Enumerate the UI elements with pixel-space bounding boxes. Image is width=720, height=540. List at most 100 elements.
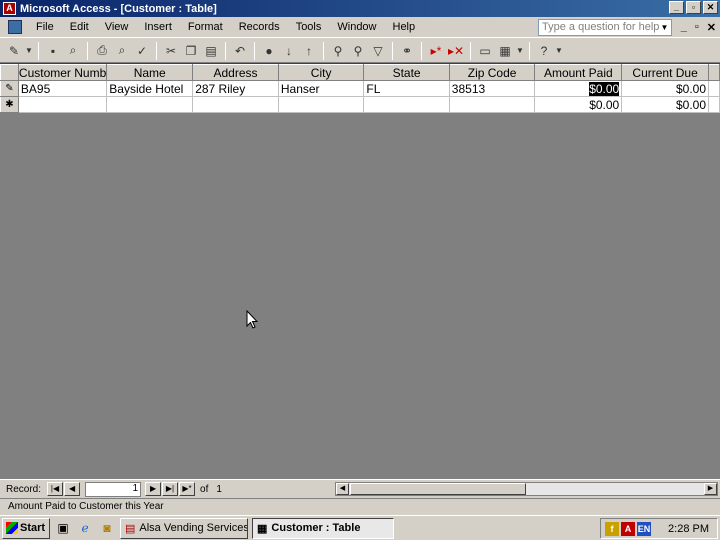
internet-explorer-icon[interactable]: ℯ xyxy=(76,519,94,537)
spelling-icon[interactable]: ✓ xyxy=(132,41,152,61)
cell-current-due[interactable]: $0.00 xyxy=(621,80,709,97)
window-controls: _ ▫ ✕ xyxy=(669,1,718,14)
column-header-name[interactable]: Name xyxy=(106,64,194,81)
selected-value: $0.00 xyxy=(589,81,620,96)
scroll-left-icon[interactable]: ◀ xyxy=(336,483,349,495)
menu-insert[interactable]: Insert xyxy=(136,21,180,33)
doc-close-button[interactable]: ✕ xyxy=(707,21,716,34)
previous-record-button[interactable]: ◀ xyxy=(64,482,81,496)
new-cell-filler xyxy=(708,96,720,113)
task-customer-table[interactable]: ▦ Customer : Table xyxy=(252,517,394,539)
close-button[interactable]: ✕ xyxy=(703,1,718,14)
filter-by-form-icon[interactable]: ⚲ xyxy=(348,41,368,61)
restore-button[interactable]: ▫ xyxy=(686,1,701,14)
new-cell-city[interactable] xyxy=(278,96,365,113)
new-cell-name[interactable] xyxy=(106,96,194,113)
filter-by-selection-icon[interactable]: ⚲ xyxy=(328,41,348,61)
new-object-icon[interactable]: ▦ xyxy=(495,41,515,61)
new-record-button[interactable]: ▶* xyxy=(179,482,196,496)
new-object-dropdown-icon[interactable]: ▼ xyxy=(515,41,525,61)
new-cell-current-due[interactable]: $0.00 xyxy=(621,96,709,113)
datasheet-table: Customer Numb Name Address City State Zi… xyxy=(0,64,720,113)
cell-amount-paid[interactable]: $0.00 xyxy=(534,80,623,97)
horizontal-scrollbar[interactable]: ◀ ▶ xyxy=(335,482,718,496)
new-record-asterisk-icon[interactable]: ✱ xyxy=(0,96,19,113)
hyperlink-icon[interactable]: ● xyxy=(259,41,279,61)
column-header-city[interactable]: City xyxy=(277,64,365,81)
new-cell-state[interactable] xyxy=(363,96,450,113)
start-button[interactable]: Start xyxy=(2,517,50,539)
cell-customer-number[interactable]: BA95 xyxy=(18,80,108,97)
cell-city[interactable]: Hanser xyxy=(278,80,365,97)
sort-descending-icon[interactable]: ↑ xyxy=(299,41,319,61)
outlook-icon[interactable]: ◙ xyxy=(98,519,116,537)
menu-tools[interactable]: Tools xyxy=(288,21,330,33)
find-icon[interactable]: ⚭ xyxy=(397,41,417,61)
column-header-filler xyxy=(708,64,720,81)
new-cell-amount-paid[interactable]: $0.00 xyxy=(534,96,623,113)
paste-icon[interactable]: ▤ xyxy=(201,41,221,61)
column-header-zip-code[interactable]: Zip Code xyxy=(448,64,536,81)
menu-help[interactable]: Help xyxy=(385,21,424,33)
doc-restore-button[interactable]: ▫ xyxy=(695,21,699,34)
taskbar: Start ▣ ℯ ◙ ▤ Alsa Vending Services : D.… xyxy=(0,515,720,540)
tray-ati-icon[interactable]: A xyxy=(621,521,635,536)
copy-icon[interactable]: ❐ xyxy=(181,41,201,61)
column-header-address[interactable]: Address xyxy=(192,64,279,81)
access-app-icon[interactable]: A xyxy=(3,2,16,15)
next-record-button[interactable]: ▶ xyxy=(145,482,162,496)
clock[interactable]: 2:28 PM xyxy=(668,523,709,535)
menu-records[interactable]: Records xyxy=(231,21,288,33)
undo-icon[interactable]: ↶ xyxy=(230,41,250,61)
menu-view[interactable]: View xyxy=(97,21,137,33)
column-header-state[interactable]: State xyxy=(363,64,450,81)
print-preview-icon[interactable]: ⌕ xyxy=(112,41,132,61)
sort-ascending-icon[interactable]: ↓ xyxy=(279,41,299,61)
doc-minimize-button[interactable]: _ xyxy=(681,21,687,34)
database-window-icon[interactable]: ▭ xyxy=(475,41,495,61)
column-header-amount-paid[interactable]: Amount Paid xyxy=(534,64,623,81)
cell-name[interactable]: Bayside Hotel xyxy=(106,80,194,97)
save-icon[interactable]: ▪ xyxy=(43,41,63,61)
menu-file[interactable]: File xyxy=(28,21,62,33)
help-question-input[interactable]: Type a question for help xyxy=(538,19,672,36)
minimize-button[interactable]: _ xyxy=(669,1,684,14)
cell-zip-code[interactable]: 38513 xyxy=(449,80,536,97)
delete-record-icon[interactable]: ▸✕ xyxy=(446,41,466,61)
cell-filler xyxy=(708,80,720,97)
task-alsa-vending-database[interactable]: ▤ Alsa Vending Services : D... xyxy=(120,517,248,539)
current-record-input[interactable]: 1 xyxy=(85,481,142,497)
show-desktop-icon[interactable]: ▣ xyxy=(54,519,72,537)
new-cell-address[interactable] xyxy=(192,96,279,113)
scroll-thumb[interactable] xyxy=(350,483,526,495)
column-header-customer-number[interactable]: Customer Numb xyxy=(17,64,108,81)
view-dropdown-icon[interactable]: ▼ xyxy=(24,41,34,61)
view-icon[interactable]: ✎ xyxy=(4,41,24,61)
scroll-right-icon[interactable]: ▶ xyxy=(704,483,717,495)
menu-window[interactable]: Window xyxy=(329,21,384,33)
menu-format[interactable]: Format xyxy=(180,21,231,33)
help-dropdown-icon[interactable]: ▼ xyxy=(658,20,671,35)
print-icon[interactable]: ⎙ xyxy=(92,41,112,61)
column-header-current-due[interactable]: Current Due xyxy=(621,64,709,81)
toolbar-options-icon[interactable]: ▼ xyxy=(554,41,564,61)
help-icon[interactable]: ? xyxy=(534,41,554,61)
tray-language-indicator[interactable]: EN xyxy=(637,521,651,536)
new-cell-zip-code[interactable] xyxy=(449,96,536,113)
apply-filter-icon[interactable]: ▽ xyxy=(368,41,388,61)
tray-app-icon[interactable]: f xyxy=(605,521,619,536)
first-record-button[interactable]: |◀ xyxy=(47,482,64,496)
last-record-button[interactable]: ▶| xyxy=(162,482,179,496)
cut-icon[interactable]: ✂ xyxy=(161,41,181,61)
new-cell-customer-number[interactable] xyxy=(18,96,108,113)
cell-address[interactable]: 287 Riley xyxy=(192,80,279,97)
table-document-icon[interactable] xyxy=(8,20,22,34)
toolbar-divider xyxy=(156,41,157,60)
menu-edit[interactable]: Edit xyxy=(62,21,97,33)
file-search-icon[interactable]: ⌕ xyxy=(63,41,83,61)
cell-state[interactable]: FL xyxy=(363,80,450,97)
new-record-icon[interactable]: ▸* xyxy=(426,41,446,61)
select-all-cell[interactable] xyxy=(0,64,19,81)
record-selector-edit-icon[interactable]: ✎ xyxy=(0,80,19,97)
task-label: Alsa Vending Services : D... xyxy=(139,522,248,534)
